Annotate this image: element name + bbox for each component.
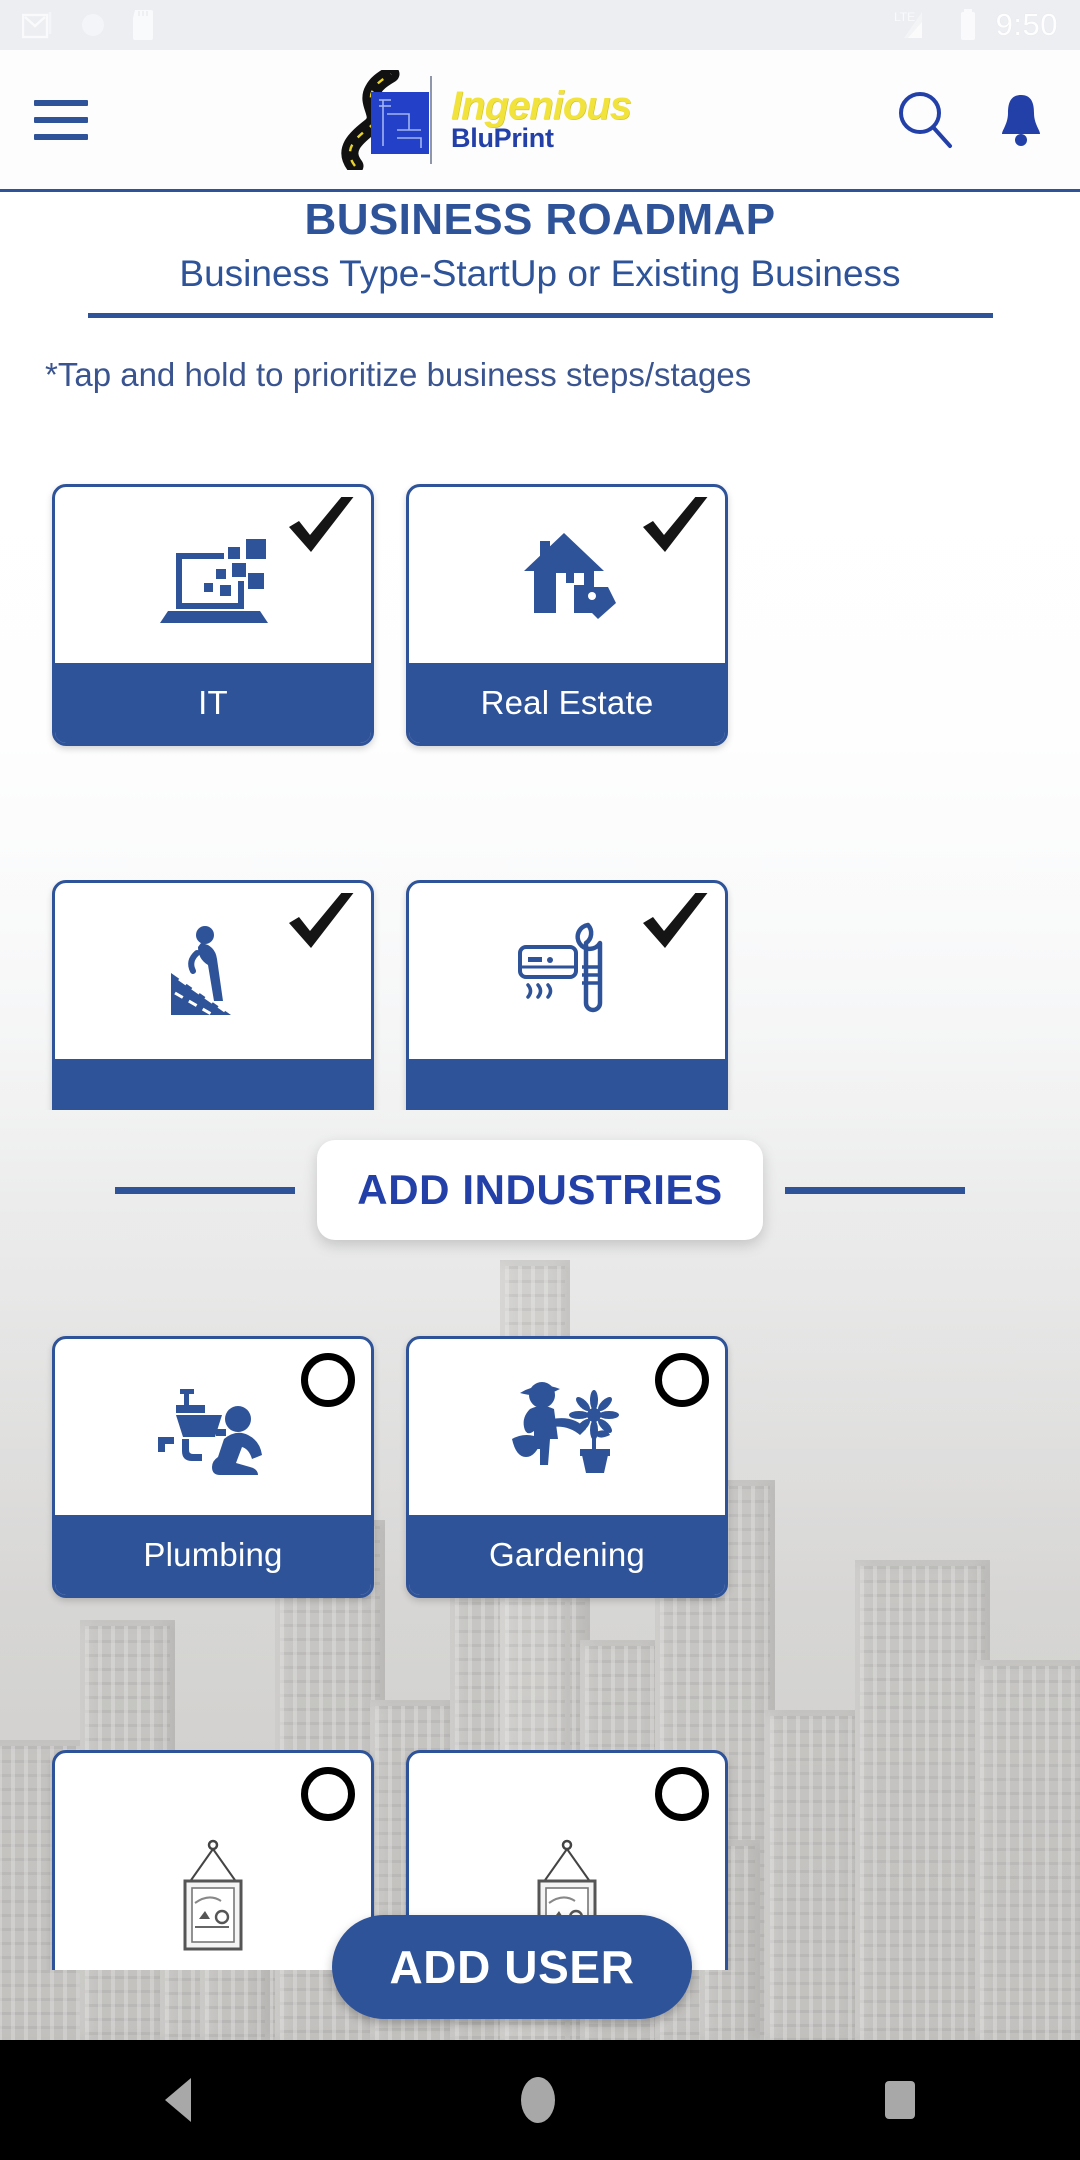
industry-card-label: Plumbing <box>55 1515 371 1595</box>
home-nav-icon[interactable] <box>521 2077 555 2123</box>
industry-card-roofing[interactable] <box>52 880 374 1110</box>
add-industries-button[interactable]: ADD INDUSTRIES <box>317 1140 763 1240</box>
industry-card-plumbing[interactable]: Plumbing <box>52 1336 374 1598</box>
unchecked-circle-icon[interactable] <box>655 1353 709 1407</box>
selected-industries-grid-row2 <box>0 880 1080 1110</box>
house-tag-icon <box>524 533 616 619</box>
checkmark-icon[interactable] <box>285 497 359 563</box>
app-screen: LTE 9:50 Ingenious BluPrint BUSINESS ROA… <box>0 0 1080 2160</box>
divider-line-left <box>115 1186 296 1194</box>
checkmark-icon[interactable] <box>639 893 713 959</box>
available-industries-grid: Plumbing Gardening <box>0 1336 1080 1598</box>
back-nav-icon[interactable] <box>165 2078 191 2122</box>
page-title: BUSINESS ROADMAP <box>304 195 776 244</box>
add-user-button[interactable]: ADD USER <box>332 1915 692 2019</box>
recents-nav-icon[interactable] <box>885 2081 915 2119</box>
checkmark-icon[interactable] <box>285 893 359 959</box>
industry-card-label <box>55 1059 371 1110</box>
hvac-wrench-icon <box>518 922 603 1013</box>
page-subtitle: Business Type-StartUp or Existing Busine… <box>179 253 901 294</box>
add-user-footer: ADD USER <box>0 1915 1080 2019</box>
checkmark-icon[interactable] <box>639 497 713 563</box>
selected-industries-grid: IT Real Estate <box>0 484 1080 746</box>
title-divider <box>87 313 993 318</box>
android-navigation-bar <box>0 2040 1080 2160</box>
unchecked-circle-icon[interactable] <box>301 1767 355 1821</box>
industry-card-real-estate[interactable]: Real Estate <box>406 484 728 746</box>
add-industries-divider: ADD INDUSTRIES <box>0 1110 1080 1270</box>
industry-card-label: IT <box>55 663 371 743</box>
gardener-flower-icon <box>512 1382 619 1473</box>
industry-card-it[interactable]: IT <box>52 484 374 746</box>
page-header: BUSINESS ROADMAP Business Type-StartUp o… <box>0 195 1080 394</box>
industry-card-gardening[interactable]: Gardening <box>406 1336 728 1598</box>
industry-card-label: Real Estate <box>409 663 725 743</box>
industry-card-hvac[interactable] <box>406 880 728 1110</box>
laptop-data-icon <box>160 539 268 623</box>
industry-card-label <box>409 1059 725 1110</box>
divider-line-right <box>784 1186 965 1194</box>
industry-card-label: Gardening <box>409 1515 725 1595</box>
unchecked-circle-icon[interactable] <box>655 1767 709 1821</box>
plumber-sink-icon <box>158 1389 262 1475</box>
unchecked-circle-icon[interactable] <box>301 1353 355 1407</box>
roofing-worker-icon <box>171 926 231 1017</box>
prioritize-hint: *Tap and hold to prioritize business ste… <box>45 356 752 393</box>
